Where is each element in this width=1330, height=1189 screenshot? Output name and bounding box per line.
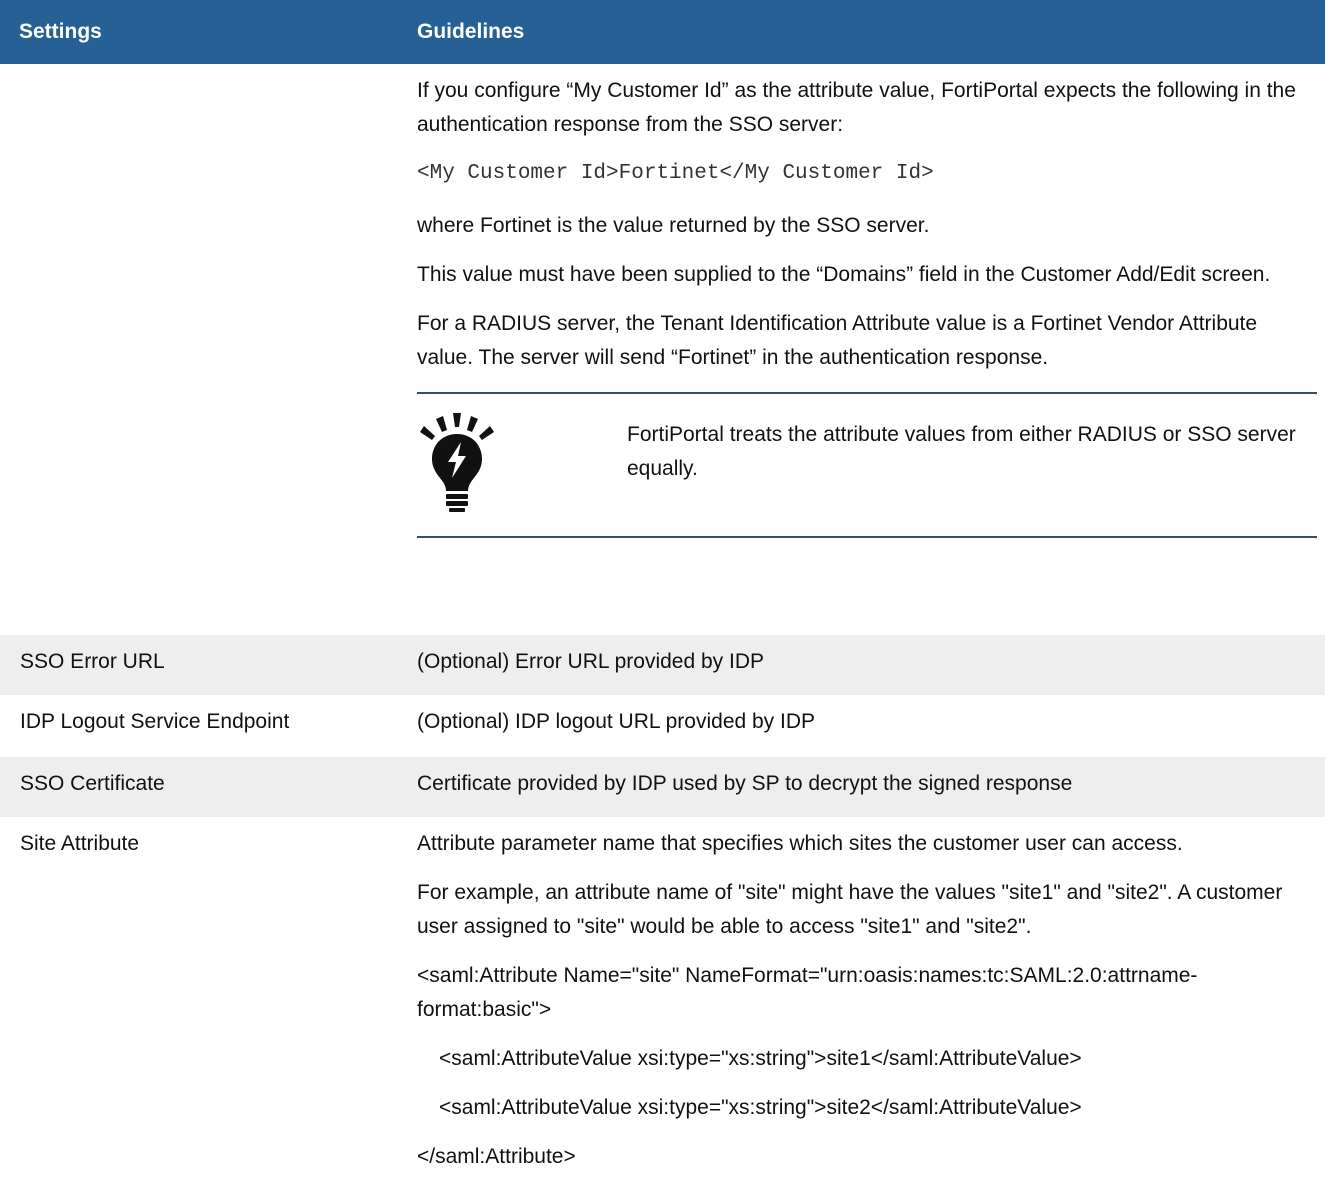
table-row: IDP Logout Service Endpoint (Optional) I…	[0, 695, 1325, 757]
setting-name: Site Attribute	[20, 832, 140, 855]
header-guidelines: Guidelines	[406, 0, 1325, 64]
guideline-cell: Attribute parameter name that specifies …	[406, 817, 1325, 1189]
lightbulb-tip-icon	[420, 413, 494, 512]
guideline-text: (Optional) Error URL provided by IDP	[406, 635, 1325, 695]
table-row: Site Attribute Attribute parameter name …	[0, 817, 1325, 1189]
code-sample: <My Customer Id>Fortinet</My Customer Id…	[417, 162, 934, 185]
guideline-paragraph: Attribute parameter name that specifies …	[417, 832, 1183, 855]
table-header-row: Settings Guidelines	[0, 0, 1325, 64]
xml-line: <saml:AttributeValue xsi:type="xs:string…	[439, 1096, 1082, 1119]
xml-line: <saml:AttributeValue xsi:type="xs:string…	[439, 1047, 1082, 1070]
setting-name: IDP Logout Service Endpoint	[20, 710, 290, 733]
guideline-text: (Optional) IDP logout URL provided by ID…	[417, 710, 816, 733]
xml-line: <saml:Attribute Name="site" NameFormat="…	[417, 964, 1198, 1021]
guideline-text: Certificate provided by IDP used by SP t…	[406, 757, 1325, 817]
table-row: SSO Error URL (Optional) Error URL provi…	[0, 635, 1325, 695]
guideline-paragraph: where Fortinet is the value returned by …	[417, 214, 930, 237]
tip-note: FortiPortal treats the attribute values …	[417, 392, 1317, 538]
guideline-paragraph: This value must have been supplied to th…	[417, 263, 1271, 286]
guideline-paragraph: For example, an attribute name of "site"…	[417, 881, 1283, 938]
setting-name: SSO Error URL	[0, 635, 406, 695]
guideline-cell: If you configure “My Customer Id” as the…	[406, 64, 1325, 635]
table-row: SSO Certificate Certificate provided by …	[0, 757, 1325, 817]
header-settings: Settings	[0, 0, 406, 64]
table-row: If you configure “My Customer Id” as the…	[0, 64, 1325, 635]
tip-note-text: FortiPortal treats the attribute values …	[627, 423, 1296, 480]
guideline-paragraph: If you configure “My Customer Id” as the…	[417, 79, 1296, 136]
xml-line: </saml:Attribute>	[417, 1145, 576, 1168]
settings-table: Settings Guidelines If you configure “My…	[0, 0, 1325, 1189]
guideline-paragraph: For a RADIUS server, the Tenant Identifi…	[417, 312, 1258, 369]
setting-cell-empty	[0, 64, 406, 635]
setting-name: SSO Certificate	[0, 757, 406, 817]
